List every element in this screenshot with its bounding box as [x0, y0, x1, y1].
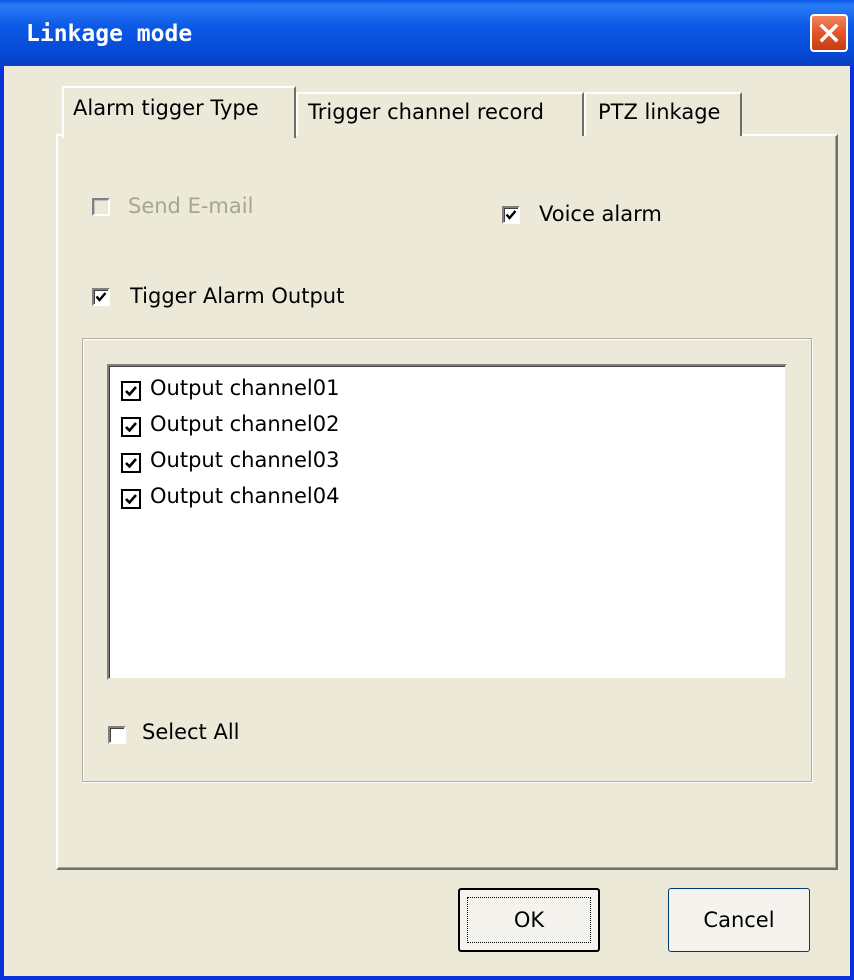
trigger-alarm-output-checkbox[interactable] [92, 288, 110, 306]
ok-button[interactable]: OK [458, 888, 600, 952]
select-all-label[interactable]: Select All [142, 720, 240, 744]
title-bar[interactable]: Linkage mode [0, 0, 854, 66]
list-item-output-channel01[interactable]: Output channel01 [121, 370, 521, 406]
send-email-checkbox [92, 198, 110, 216]
checkmark-icon [125, 422, 137, 433]
list-item-output-channel04[interactable]: Output channel04 [121, 478, 521, 514]
output-channel-label: Output channel04 [150, 484, 340, 508]
tab-label: Alarm tigger Type [73, 96, 259, 120]
send-email-label: Send E-mail [128, 194, 254, 218]
cancel-button[interactable]: Cancel [668, 888, 810, 952]
output-channel-checkbox[interactable] [121, 417, 141, 437]
tab-trigger-channel-record[interactable]: Trigger channel record [296, 92, 584, 136]
checkmark-icon [125, 386, 137, 397]
output-channel-checkbox[interactable] [121, 489, 141, 509]
list-item-output-channel02[interactable]: Output channel02 [121, 406, 521, 442]
tab-label: Trigger channel record [308, 100, 544, 124]
output-channel-checkbox[interactable] [121, 453, 141, 473]
close-icon [819, 23, 839, 43]
tab-ptz-linkage[interactable]: PTZ linkage [584, 92, 742, 136]
checkmark-icon [505, 210, 517, 220]
output-channel-label: Output channel01 [150, 376, 340, 400]
list-item-output-channel03[interactable]: Output channel03 [121, 442, 521, 478]
checkmark-icon [125, 494, 137, 505]
checkmark-icon [95, 292, 107, 302]
linkage-mode-dialog: Linkage mode Alarm tigger Type Trigger c… [0, 0, 854, 980]
tab-alarm-trigger-type[interactable]: Alarm tigger Type [62, 86, 296, 138]
output-channel-label: Output channel02 [150, 412, 340, 436]
voice-alarm-checkbox[interactable] [502, 206, 520, 224]
select-all-checkbox[interactable] [108, 726, 126, 744]
window-title: Linkage mode [26, 21, 193, 47]
close-button[interactable] [810, 14, 848, 52]
voice-alarm-label[interactable]: Voice alarm [539, 202, 662, 226]
output-channel-checkbox[interactable] [121, 381, 141, 401]
ok-button-label: OK [513, 908, 545, 932]
cancel-button-label: Cancel [703, 908, 775, 932]
trigger-alarm-output-label[interactable]: Tigger Alarm Output [130, 284, 344, 308]
checkmark-icon [125, 458, 137, 469]
output-channel-label: Output channel03 [150, 448, 340, 472]
tab-label: PTZ linkage [598, 100, 721, 124]
output-channel-list[interactable]: Output channel01 Output channel02 Output… [107, 364, 787, 680]
